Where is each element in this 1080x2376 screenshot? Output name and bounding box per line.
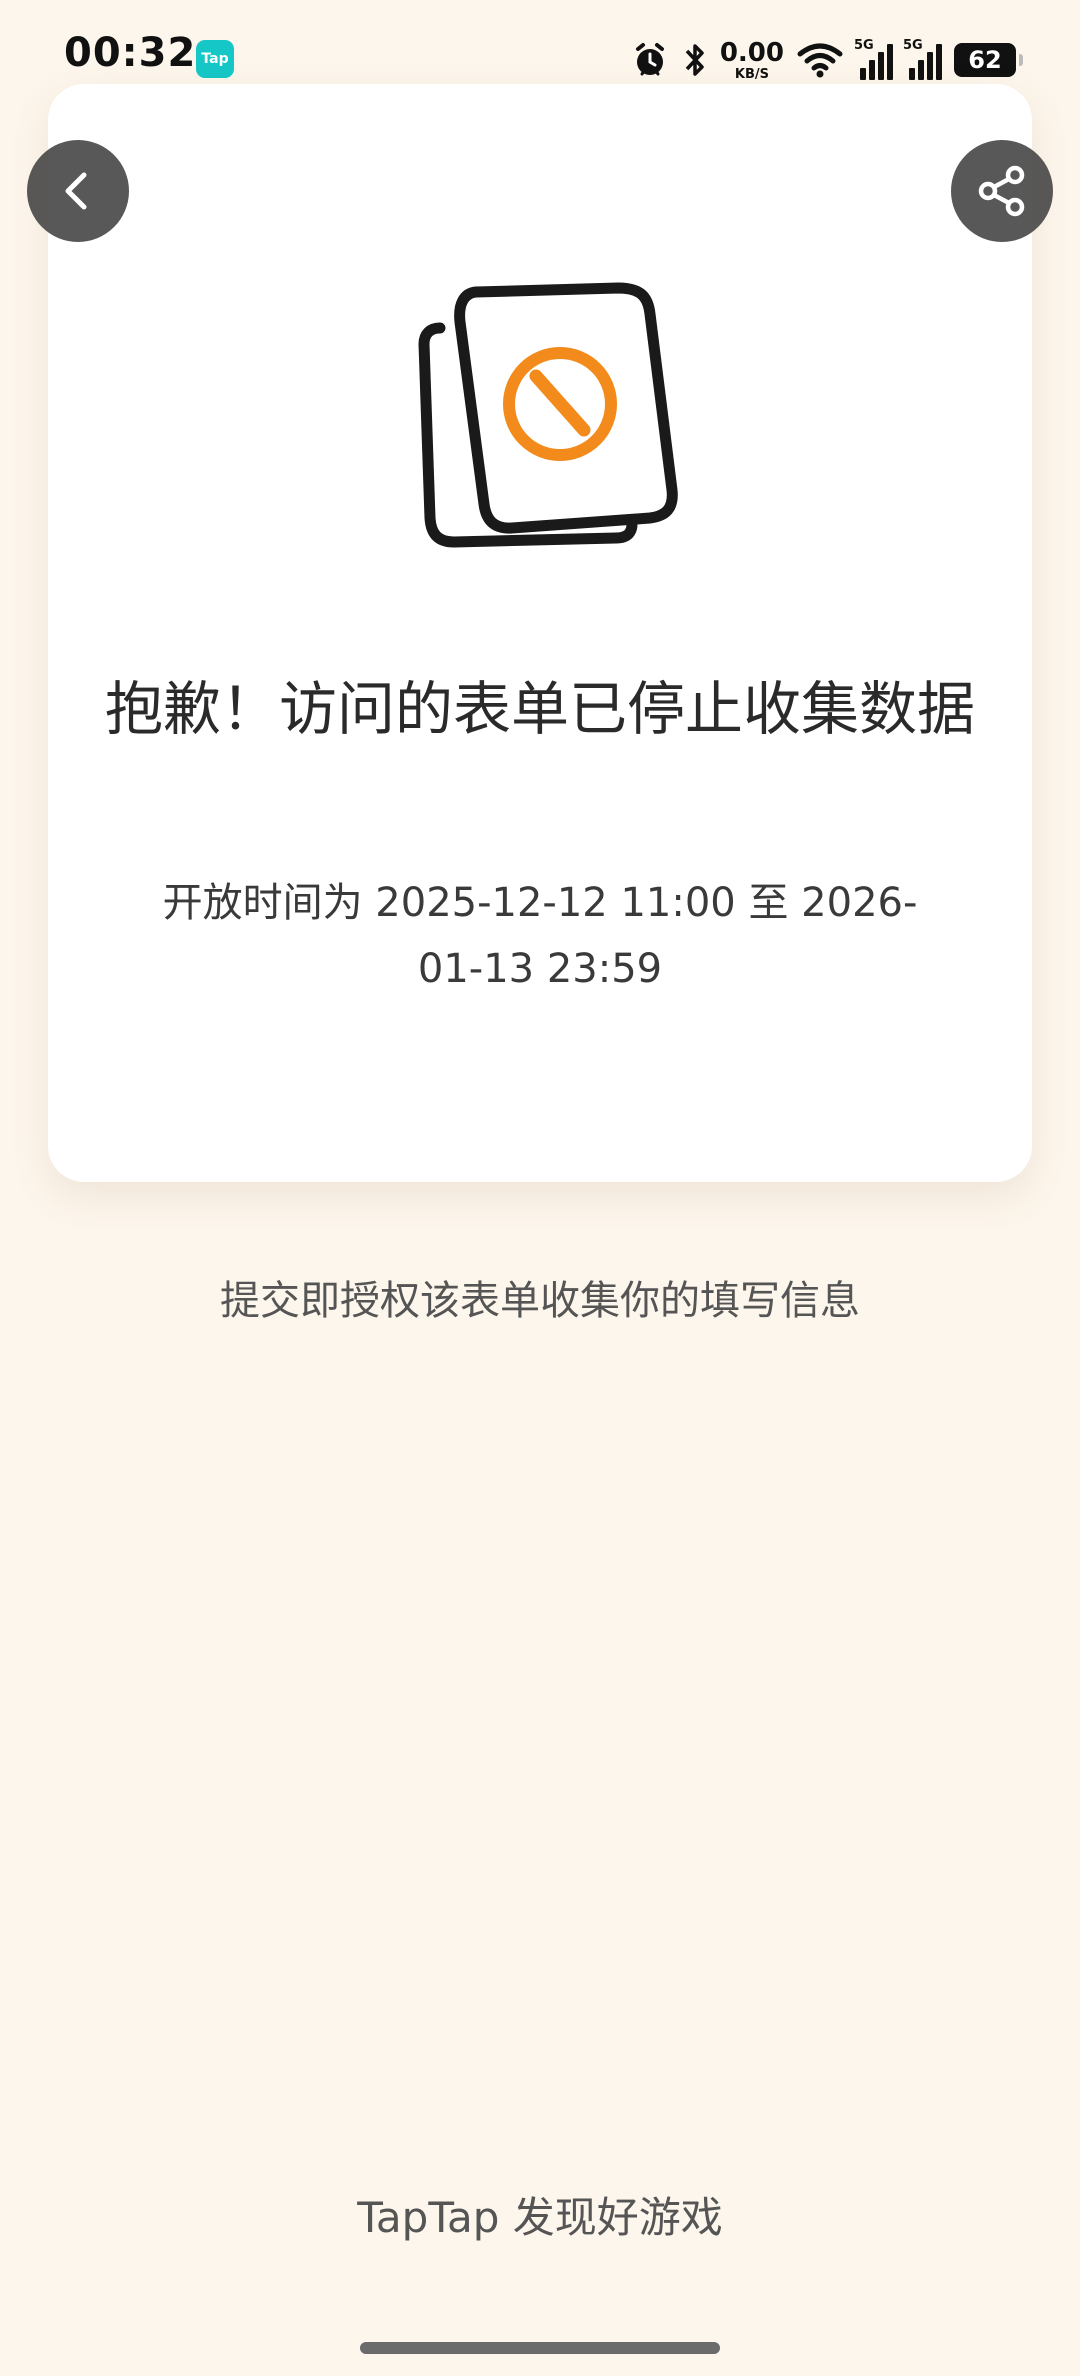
share-icon	[978, 165, 1025, 217]
network-speed: 0.00 KB/S	[720, 40, 784, 81]
page: 00:32 Tap 0.00 KB/S 5G 5G 62 抱歉！访问的表单已停止…	[0, 0, 1080, 2376]
status-time: 00:32	[64, 30, 197, 76]
taptap-app-icon: Tap	[196, 40, 234, 78]
form-closed-illustration	[418, 282, 678, 548]
signal-1-label: 5G	[854, 38, 874, 53]
open-time-text: 开放时间为 2025-12-12 11:00 至 2026-01-13 23:5…	[162, 880, 918, 992]
share-button[interactable]	[951, 140, 1053, 242]
battery-level: 62	[968, 46, 1002, 74]
wifi-icon	[797, 43, 843, 78]
alarm-icon	[635, 43, 664, 76]
signal-icon: 5G	[854, 38, 893, 80]
battery-icon: 62	[954, 43, 1023, 77]
chevron-left-icon	[65, 172, 87, 210]
network-speed-unit: KB/S	[734, 66, 769, 82]
status-icons: 0.00 KB/S 5G 5G 62	[630, 36, 1023, 84]
page-title: 抱歉！访问的表单已停止收集数据	[104, 675, 975, 743]
signal-icon: 5G	[903, 38, 942, 80]
footer-slogan: TapTap 发现好游戏	[357, 2193, 723, 2242]
form-closed-card	[48, 84, 1032, 1182]
signal-2-label: 5G	[903, 38, 923, 53]
authorization-notice: 提交即授权该表单收集你的填写信息	[220, 1278, 860, 1324]
home-indicator[interactable]	[360, 2342, 720, 2354]
bluetooth-icon	[685, 44, 704, 76]
network-speed-value: 0.00	[719, 37, 784, 68]
back-button[interactable]	[27, 140, 129, 242]
